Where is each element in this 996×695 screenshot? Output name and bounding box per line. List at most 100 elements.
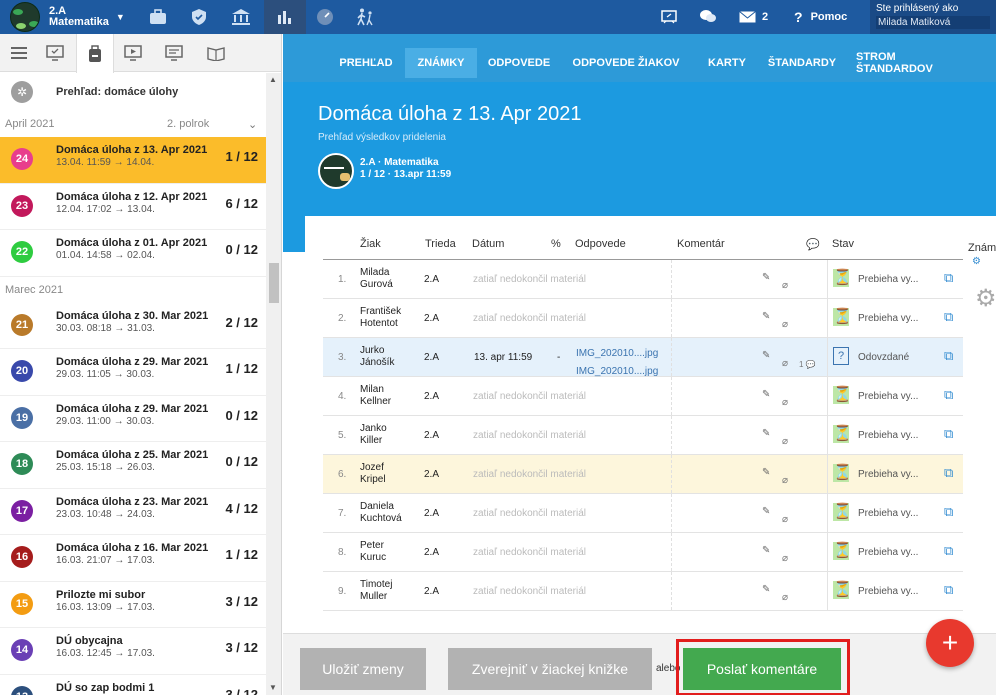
external-link-icon[interactable]: ⧉ xyxy=(944,543,953,559)
homework-item[interactable]: 24 Domáca úloha z 13. Apr 2021 13.04. 11:5… xyxy=(0,137,266,184)
comment-cell[interactable] xyxy=(671,494,827,532)
nav-tab[interactable]: ODPOVEDE ŽIAKOV xyxy=(570,48,682,78)
class-switcher[interactable]: 2.A Matematika ▼ xyxy=(0,0,138,34)
comment-cell[interactable] xyxy=(671,416,827,454)
comment-cell[interactable] xyxy=(671,533,827,571)
table-row[interactable]: 1. Milada Gurová 2.A zatiaľ nedokončil mater… xyxy=(323,260,963,299)
backpack-icon[interactable] xyxy=(76,34,114,73)
homework-item[interactable]: 13 DÚ so zap bodmi 1 3 / 12 xyxy=(0,675,266,695)
col-class[interactable]: Trieda xyxy=(425,238,456,250)
col-student[interactable]: Žiak xyxy=(360,238,381,250)
nav-tab[interactable]: PREHĽAD xyxy=(331,48,401,78)
homework-item[interactable]: 15 Prilozte mi subor 16.03. 13:09 → 17.03.… xyxy=(0,582,266,628)
homework-item[interactable]: 17 Domáca úloha z 23. Mar 2021 23.03. 10:4… xyxy=(0,489,266,535)
paperclip-icon[interactable]: ⌀ xyxy=(782,319,788,330)
menu-icon[interactable] xyxy=(0,34,38,72)
file-link[interactable]: IMG_202010....jpg xyxy=(576,348,658,359)
homework-item[interactable]: 19 Domáca úloha z 29. Mar 2021 29.03. 11:0… xyxy=(0,396,266,442)
homework-item[interactable]: 18 Domáca úloha z 25. Mar 2021 25.03. 15:1… xyxy=(0,442,266,489)
video-icon[interactable] xyxy=(114,34,152,72)
save-button[interactable]: Uložiť zmeny xyxy=(300,648,426,690)
chart-icon[interactable] xyxy=(264,0,306,34)
test-icon[interactable] xyxy=(155,34,193,72)
paperclip-icon[interactable]: ⌀ xyxy=(782,280,788,291)
comment-cell[interactable] xyxy=(671,455,827,493)
nav-tab[interactable]: STROM ŠTANDARDOV xyxy=(856,48,966,78)
publish-button[interactable]: Zverejniť v žiackej knižke xyxy=(448,648,652,690)
pencil-icon[interactable]: ✎ xyxy=(762,545,770,556)
homework-item[interactable]: 14 DÚ obycajna 16.03. 12:45 → 17.03. 3 / 12 xyxy=(0,628,266,675)
paperclip-icon[interactable]: ⌀ xyxy=(782,553,788,564)
paperclip-icon[interactable]: ⌀ xyxy=(782,358,788,369)
screen-share-icon[interactable] xyxy=(661,0,677,34)
col-percent[interactable]: % xyxy=(551,238,561,250)
external-link-icon[interactable]: ⧉ xyxy=(944,309,953,325)
external-link-icon[interactable]: ⧉ xyxy=(944,582,953,598)
pencil-icon[interactable]: ✎ xyxy=(762,428,770,439)
pencil-icon[interactable]: ✎ xyxy=(762,350,770,361)
external-link-icon[interactable]: ⧉ xyxy=(944,465,953,481)
pencil-icon[interactable]: ✎ xyxy=(762,272,770,283)
external-link-icon[interactable]: ⧉ xyxy=(944,348,953,364)
sidebar-scrollbar[interactable]: ▲ ▼ xyxy=(266,73,281,695)
col-status[interactable]: Stav xyxy=(832,238,854,250)
gauge-icon[interactable] xyxy=(306,0,344,34)
nav-tab[interactable]: KARTY xyxy=(701,48,753,78)
overview-homework[interactable]: ✲ Prehľad: domáce úlohy xyxy=(0,73,266,111)
external-link-icon[interactable]: ⧉ xyxy=(944,426,953,442)
table-row[interactable]: 2. František Hotentot 2.A zatiaľ nedokončil … xyxy=(323,299,963,338)
settings-gear-icon[interactable]: ⚙ xyxy=(975,284,996,313)
scroll-thumb[interactable] xyxy=(269,263,279,303)
col-grade[interactable]: Znám xyxy=(968,242,996,254)
homework-item[interactable]: 21 Domáca úloha z 30. Mar 2021 30.03. 08:1… xyxy=(0,303,266,349)
paperclip-icon[interactable]: ⌀ xyxy=(782,397,788,408)
homework-item[interactable]: 16 Domáca úloha z 16. Mar 2021 16.03. 21:0… xyxy=(0,535,266,582)
briefcase-icon[interactable] xyxy=(139,0,177,34)
external-link-icon[interactable]: ⧉ xyxy=(944,270,953,286)
bank-icon[interactable] xyxy=(222,0,260,34)
book-icon[interactable] xyxy=(197,34,235,72)
external-link-icon[interactable]: ⧉ xyxy=(944,504,953,520)
paperclip-icon[interactable]: ⌀ xyxy=(782,592,788,603)
comment-cell[interactable] xyxy=(671,377,827,415)
chat-icon[interactable] xyxy=(699,0,717,34)
send-comments-button[interactable]: Poslať komentáre xyxy=(683,648,841,690)
chevron-down-icon[interactable]: ⌄ xyxy=(248,118,257,131)
mail-button[interactable]: 2 xyxy=(739,0,768,34)
external-link-icon[interactable]: ⧉ xyxy=(944,387,953,403)
col-comment[interactable]: Komentár xyxy=(677,238,725,250)
help-button[interactable]: ? Pomoc xyxy=(794,0,847,34)
pencil-icon[interactable]: ✎ xyxy=(762,584,770,595)
col-date[interactable]: Dátum xyxy=(472,238,504,250)
table-row[interactable]: 9. Timotej Muller 2.A zatiaľ nedokončil mate… xyxy=(323,572,963,611)
homework-item[interactable]: 23 Domáca úloha z 12. Apr 2021 12.04. 17:0… xyxy=(0,184,266,230)
pencil-icon[interactable]: ✎ xyxy=(762,506,770,517)
paperclip-icon[interactable]: ⌀ xyxy=(782,436,788,447)
shield-icon[interactable] xyxy=(180,0,218,34)
scroll-up-icon[interactable]: ▲ xyxy=(269,75,277,84)
table-row[interactable]: 6. Jozef Kripel 2.A zatiaľ nedokončil materi… xyxy=(323,455,963,494)
comment-cell[interactable] xyxy=(671,260,827,298)
nav-tab[interactable]: ŠTANDARDY xyxy=(764,48,840,78)
user-menu[interactable]: Ste prihlásený ako Milada Matiková xyxy=(870,0,996,34)
paperclip-icon[interactable]: ⌀ xyxy=(782,514,788,525)
nav-tab[interactable]: ZNÁMKY xyxy=(405,48,477,78)
homework-item[interactable]: 20 Domáca úloha z 29. Mar 2021 29.03. 11:0… xyxy=(0,349,266,396)
add-button[interactable]: + xyxy=(926,619,974,667)
pencil-icon[interactable]: ✎ xyxy=(762,389,770,400)
table-row[interactable]: 5. Janko Killer 2.A zatiaľ nedokončil materi… xyxy=(323,416,963,455)
answer-files[interactable]: IMG_202010....jpg IMG_202010....jpg xyxy=(576,345,658,381)
table-row[interactable]: 8. Peter Kuruc 2.A zatiaľ nedokončil materiá… xyxy=(323,533,963,572)
scroll-down-icon[interactable]: ▼ xyxy=(269,683,277,692)
comment-cell[interactable] xyxy=(671,338,827,376)
col-answers[interactable]: Odpovede xyxy=(575,238,626,250)
nav-tab[interactable]: ODPOVEDE xyxy=(481,48,557,78)
table-row[interactable]: 4. Milan Kellner 2.A zatiaľ nedokončil mater… xyxy=(323,377,963,416)
paperclip-icon[interactable]: ⌀ xyxy=(782,475,788,486)
homework-item[interactable]: 22 Domáca úloha z 01. Apr 2021 01.04. 14:5… xyxy=(0,230,266,277)
pencil-icon[interactable]: ✎ xyxy=(762,467,770,478)
table-row[interactable]: 3. Jurko Jánošík 2.A 13. apr 11:59 - IMG_20201… xyxy=(323,338,963,377)
comment-cell[interactable] xyxy=(671,572,827,610)
semester-label[interactable]: 2. polrok xyxy=(167,118,209,130)
comment-cell[interactable] xyxy=(671,299,827,337)
